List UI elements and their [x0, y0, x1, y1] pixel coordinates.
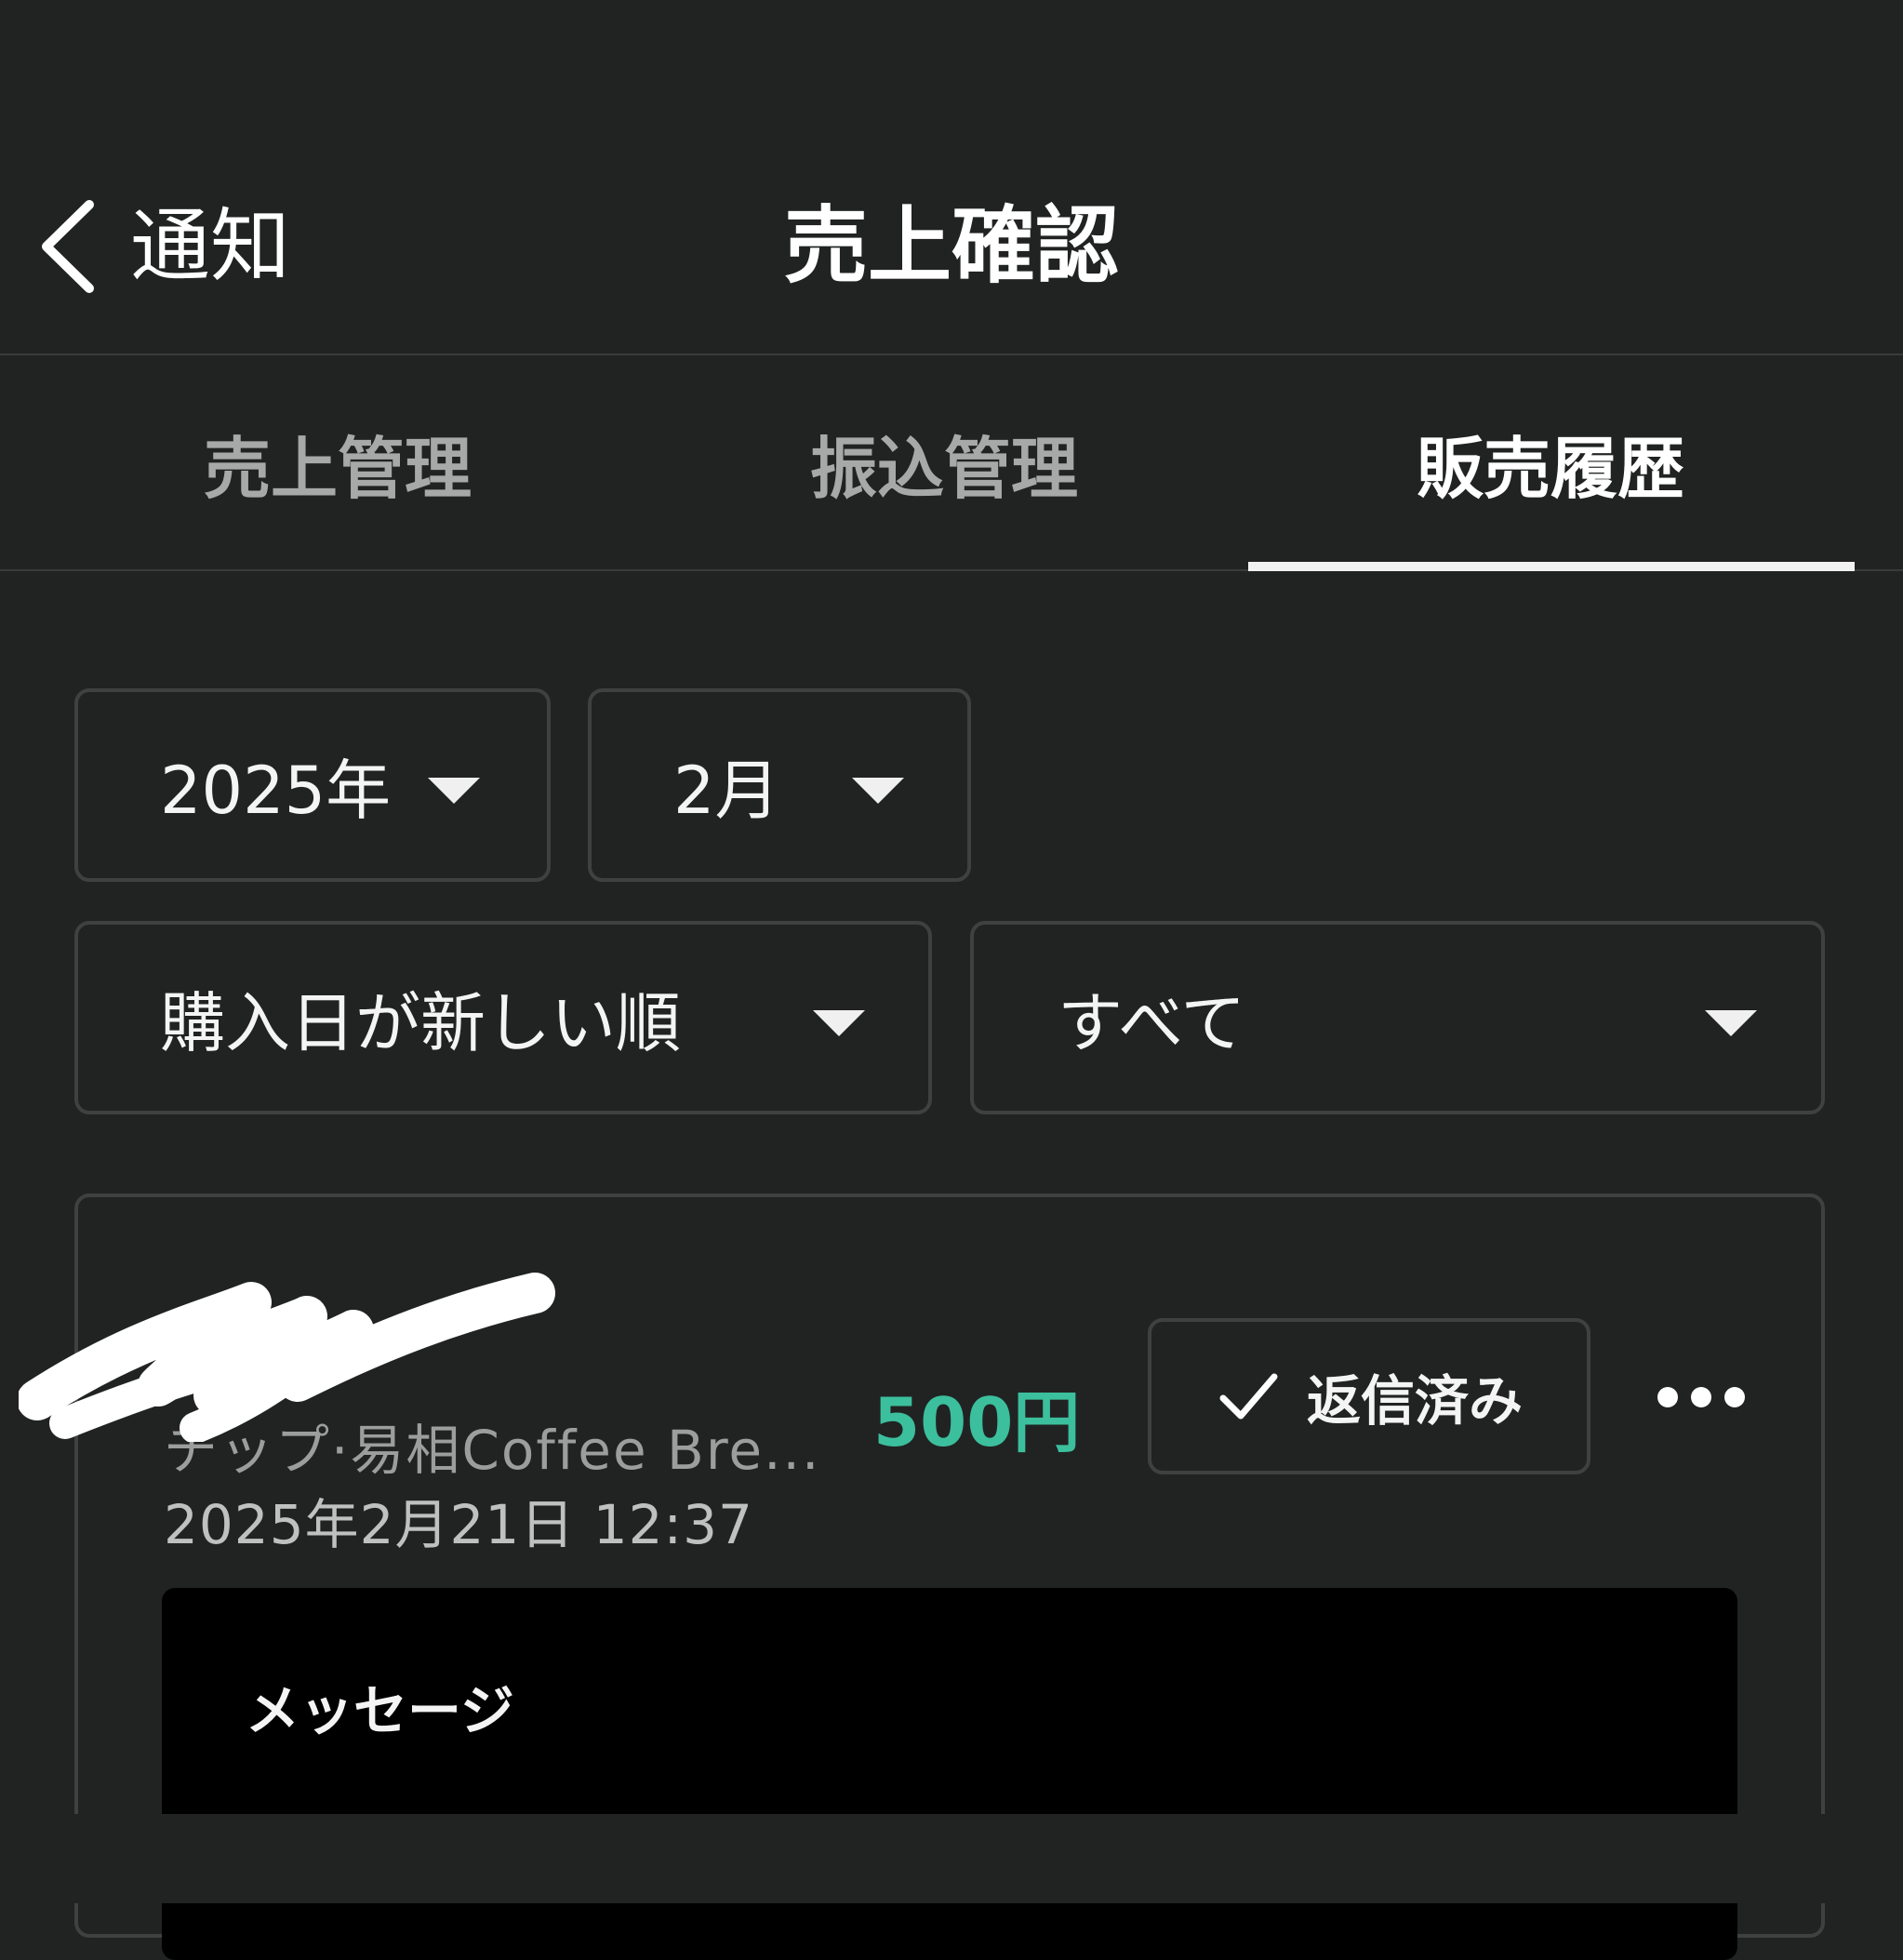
status-select-value: すべて: [1058, 984, 1246, 1061]
month-select[interactable]: 2月: [588, 688, 971, 882]
check-icon: [1219, 1373, 1278, 1420]
year-select-value: 2025年: [160, 752, 392, 829]
sort-select[interactable]: 購入日が新しい順: [74, 921, 932, 1114]
tab-transfer-management[interactable]: 振込管理: [642, 355, 1246, 569]
year-select[interactable]: 2025年: [74, 688, 551, 882]
replied-button[interactable]: 返信済み: [1148, 1318, 1590, 1474]
active-tab-indicator: [1248, 562, 1855, 571]
purchase-date: 2025年2月21日 12:37: [164, 1493, 753, 1556]
more-horizontal-icon: [1657, 1387, 1745, 1407]
status-select[interactable]: すべて: [970, 921, 1825, 1114]
tab-sales-history[interactable]: 販売履歴: [1248, 355, 1853, 569]
message-title: メッセージ: [246, 1679, 514, 1742]
caret-down-icon: [852, 778, 904, 804]
replied-label: 返信済み: [1306, 1369, 1523, 1433]
message-panel: メッセージ: [162, 1588, 1737, 1960]
sale-price: 500円: [873, 1382, 1081, 1461]
redaction-scribble: [19, 1273, 555, 1442]
navigation-bar: 通知 売上確認: [0, 140, 1903, 355]
caret-down-icon: [1705, 1010, 1757, 1036]
caret-down-icon: [813, 1010, 865, 1036]
month-select-value: 2月: [673, 752, 780, 829]
tab-bar: 売上管理 振込管理 販売履歴: [0, 355, 1903, 571]
bottom-spacer: [0, 1814, 1903, 1903]
caret-down-icon: [428, 778, 480, 804]
tab-sales-management[interactable]: 売上管理: [35, 355, 640, 569]
sort-select-value: 購入日が新しい順: [160, 984, 681, 1061]
page-title: 売上確認: [784, 197, 1119, 295]
more-options-button[interactable]: [1641, 1346, 1762, 1448]
